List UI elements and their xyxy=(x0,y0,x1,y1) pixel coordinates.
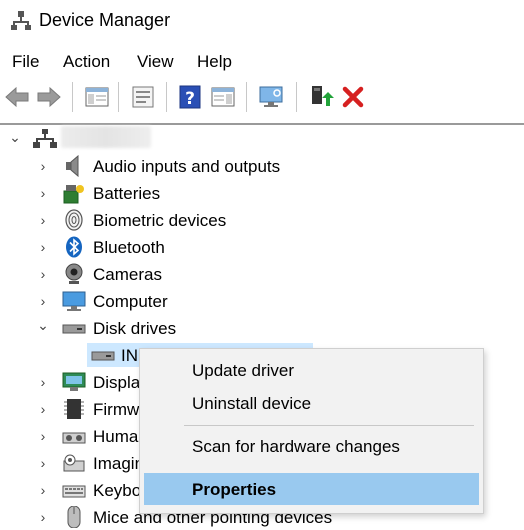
toolbar-separator xyxy=(118,82,119,112)
tree-item-computer[interactable]: Computer xyxy=(93,292,168,312)
tree-item-batteries[interactable]: Batteries xyxy=(93,184,160,204)
help-icon[interactable]: ? xyxy=(177,84,203,110)
chevron-right-icon[interactable]: › xyxy=(36,293,50,309)
menu-separator xyxy=(184,425,474,426)
tree-item-display[interactable]: Displa xyxy=(93,373,140,393)
monitor-icon[interactable] xyxy=(258,84,284,110)
svg-text:?: ? xyxy=(185,89,195,109)
update-driver-icon[interactable] xyxy=(308,84,334,110)
tree-item-firmware[interactable]: Firmw xyxy=(93,400,139,420)
chevron-down-icon[interactable]: ⌄ xyxy=(36,317,50,334)
speaker-icon xyxy=(66,155,79,177)
tree-item-biometric[interactable]: Biometric devices xyxy=(93,211,226,231)
toolbar-separator xyxy=(246,82,247,112)
menu-item-label: Properties xyxy=(192,480,277,499)
chevron-right-icon[interactable]: › xyxy=(36,509,50,525)
chevron-right-icon[interactable]: › xyxy=(36,374,50,390)
menu-file[interactable]: File xyxy=(12,52,39,72)
firmware-icon xyxy=(64,399,84,419)
menu-item-label: Scan for hardware changes xyxy=(192,437,400,456)
device-manager-icon xyxy=(11,11,31,30)
menu-action[interactable]: Action xyxy=(63,52,110,72)
toolbar-divider xyxy=(0,123,524,125)
menu-item-properties[interactable]: Properties xyxy=(144,473,479,505)
keyboard-icon xyxy=(62,485,86,498)
action-pane-icon[interactable] xyxy=(210,84,236,110)
disk-drive-icon xyxy=(62,324,86,334)
battery-icon xyxy=(63,185,84,204)
tree-item-audio[interactable]: Audio inputs and outputs xyxy=(93,157,280,177)
toolbar-separator xyxy=(72,82,73,112)
chevron-right-icon[interactable]: › xyxy=(36,212,50,228)
menu-item-label: Uninstall device xyxy=(192,394,312,413)
chevron-down-icon[interactable]: ⌄ xyxy=(8,129,22,146)
show-hide-console-tree-icon[interactable] xyxy=(84,84,110,110)
chevron-right-icon[interactable]: › xyxy=(36,428,50,444)
bluetooth-icon xyxy=(66,236,82,258)
imaging-icon xyxy=(63,454,85,472)
menu-item-label: Update driver xyxy=(192,361,295,380)
menu-view[interactable]: View xyxy=(137,52,174,72)
toolbar-separator xyxy=(166,82,167,112)
tree-item-disk[interactable]: IN xyxy=(121,346,138,366)
forward-icon[interactable] xyxy=(36,84,62,110)
properties-icon[interactable] xyxy=(130,84,156,110)
tree-item-bluetooth[interactable]: Bluetooth xyxy=(93,238,165,258)
back-icon[interactable] xyxy=(4,84,30,110)
hid-icon xyxy=(62,432,86,444)
disk-drive-icon xyxy=(91,351,115,361)
menu-item-update-driver[interactable]: Update driver xyxy=(140,354,483,386)
menu-item-scan-hardware[interactable]: Scan for hardware changes xyxy=(140,430,483,462)
computer-name[interactable] xyxy=(61,126,151,148)
menu-help[interactable]: Help xyxy=(197,52,232,72)
tree-item-disk-drives[interactable]: Disk drives xyxy=(93,319,176,339)
chevron-right-icon[interactable]: › xyxy=(36,185,50,201)
chevron-right-icon[interactable]: › xyxy=(36,401,50,417)
chevron-right-icon[interactable]: › xyxy=(36,266,50,282)
mouse-icon xyxy=(67,506,81,528)
uninstall-icon[interactable] xyxy=(340,84,366,110)
display-adapter-icon xyxy=(62,372,86,391)
chevron-right-icon[interactable]: › xyxy=(36,455,50,471)
fingerprint-icon xyxy=(65,209,83,231)
tree-item-human-interface[interactable]: Huma xyxy=(93,427,138,447)
title-bar: Device Manager xyxy=(0,0,524,44)
chevron-right-icon[interactable]: › xyxy=(36,239,50,255)
tree-item-imaging[interactable]: Imagin xyxy=(93,454,144,474)
computer-root-icon xyxy=(33,129,57,148)
context-menu: Update driver Uninstall device Scan for … xyxy=(139,348,484,514)
camera-icon xyxy=(65,263,83,284)
window-title: Device Manager xyxy=(39,10,171,30)
computer-icon xyxy=(62,291,86,311)
chevron-right-icon[interactable]: › xyxy=(36,158,50,174)
tree-item-keyboards[interactable]: Keybo xyxy=(93,481,141,501)
menu-item-uninstall-device[interactable]: Uninstall device xyxy=(140,387,483,419)
toolbar-separator xyxy=(296,82,297,112)
tree-item-cameras[interactable]: Cameras xyxy=(93,265,162,285)
chevron-right-icon[interactable]: › xyxy=(36,482,50,498)
